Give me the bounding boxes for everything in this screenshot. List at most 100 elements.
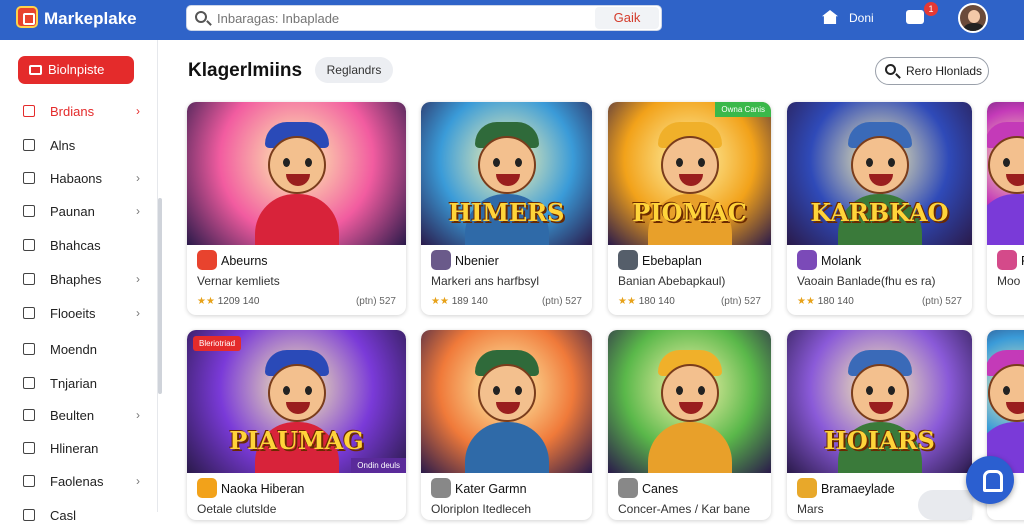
star-icon: ★★ bbox=[618, 296, 639, 307]
game-thumbnail[interactable]: KARBKAO bbox=[787, 102, 972, 245]
game-subtitle: Banian Abebapkaul) bbox=[618, 274, 726, 288]
sidebar-item[interactable]: Faolenas › bbox=[0, 468, 158, 494]
game-card[interactable]: Kater Garmn Oloriplon Itedleceh bbox=[421, 330, 592, 520]
sidebar-item[interactable]: Beulten › bbox=[0, 402, 158, 428]
game-thumbnail[interactable]: PIOMAC Owna Canis bbox=[608, 102, 771, 245]
game-name[interactable]: Molank bbox=[821, 254, 861, 268]
rating-value: 180 140 bbox=[817, 296, 854, 307]
game-name[interactable]: Bramaeylade bbox=[821, 482, 895, 496]
app-icon bbox=[797, 478, 817, 498]
sidebar-item[interactable]: Bhahcas bbox=[0, 232, 158, 258]
sidebar-item-icon bbox=[23, 205, 35, 217]
sidebar-item-icon bbox=[23, 509, 35, 521]
game-subtitle: Vernar kemliets bbox=[197, 274, 280, 288]
app-icon bbox=[797, 250, 817, 270]
game-thumbnail[interactable] bbox=[987, 102, 1024, 245]
sidebar-item-icon bbox=[23, 409, 35, 421]
game-subtitle: Concer-Ames / Kar bane bbox=[618, 502, 751, 516]
sidebar-item[interactable]: Tnjarian bbox=[0, 370, 158, 396]
game-art-title: HIMERS bbox=[448, 198, 565, 227]
rating-value: 180 140 bbox=[638, 296, 675, 307]
rating: ★★ 1209 140 bbox=[197, 296, 259, 307]
app-icon bbox=[997, 250, 1017, 270]
primary-sidebar-button[interactable]: Biolnpiste bbox=[18, 56, 134, 84]
sidebar-item[interactable]: Hlineran bbox=[0, 435, 158, 461]
character-face bbox=[267, 136, 326, 194]
sidebar-item[interactable]: Casl bbox=[0, 502, 158, 528]
game-thumbnail[interactable]: HIMERS bbox=[421, 102, 592, 245]
search-button[interactable]: Gaik bbox=[595, 7, 659, 29]
sidebar: Biolnpiste Brdians › Alns Habaons › Paunan › Bh… bbox=[0, 40, 158, 523]
sidebar-item-icon bbox=[23, 239, 35, 251]
game-name[interactable]: Canes bbox=[642, 482, 678, 496]
chevron-right-icon: › bbox=[136, 272, 140, 286]
search-input[interactable] bbox=[217, 9, 597, 27]
sidebar-item-label: Flooeits bbox=[50, 306, 96, 321]
sidebar-item[interactable]: Paunan › bbox=[0, 198, 158, 224]
game-thumbnail[interactable] bbox=[987, 330, 1024, 473]
sidebar-item-label: Paunan bbox=[50, 204, 95, 219]
game-name[interactable]: Ebebaplan bbox=[642, 254, 702, 268]
game-card[interactable]: PIAUMAG Bleriotriad Ondin deuls Naoka Hiber… bbox=[187, 330, 406, 520]
game-name[interactable]: Abeurns bbox=[221, 254, 268, 268]
game-card[interactable]: Abeurns Vernar kemliets ★★ 1209 140 (ptn) 5… bbox=[187, 102, 406, 315]
sidebar-item[interactable]: Flooeits › bbox=[0, 300, 158, 326]
character-face bbox=[850, 136, 909, 194]
search-icon bbox=[195, 11, 207, 23]
game-card[interactable]: KARBKAO Molank Vaoain Banlade(fhu es ra) ★★… bbox=[787, 102, 972, 315]
game-name[interactable]: Nbenier bbox=[455, 254, 499, 268]
home-icon[interactable] bbox=[822, 10, 838, 24]
sidebar-item-label: Alns bbox=[50, 138, 76, 153]
search-bar[interactable]: Gaik bbox=[186, 5, 662, 31]
character-body bbox=[254, 194, 339, 245]
brand-name[interactable]: Markeplake bbox=[44, 9, 137, 29]
assistant-fab-button[interactable] bbox=[966, 456, 1014, 504]
sidebar-item[interactable]: Brdians › bbox=[0, 98, 158, 124]
sidebar-item-icon bbox=[23, 172, 35, 184]
game-thumbnail[interactable] bbox=[421, 330, 592, 473]
game-art-title: HOIARS bbox=[824, 426, 935, 455]
page-title: Klagerlmiins bbox=[188, 60, 303, 81]
character-face bbox=[477, 136, 536, 194]
game-thumbnail[interactable]: HOIARS bbox=[787, 330, 972, 473]
promo-ribbon: Ondin deuls bbox=[351, 458, 406, 473]
sidebar-item-icon bbox=[23, 105, 35, 117]
game-thumbnail[interactable] bbox=[608, 330, 771, 473]
avatar[interactable] bbox=[958, 3, 988, 33]
sidebar-item[interactable]: Bhaphes › bbox=[0, 266, 158, 292]
game-thumbnail[interactable] bbox=[187, 102, 406, 245]
game-thumbnail[interactable]: PIAUMAG Bleriotriad Ondin deuls bbox=[187, 330, 406, 473]
star-icon: ★★ bbox=[197, 296, 218, 307]
marketplace-logo-icon[interactable] bbox=[16, 6, 38, 28]
sidebar-item[interactable]: Alns bbox=[0, 132, 158, 158]
game-name[interactable]: Kater Garmn bbox=[455, 482, 527, 496]
filter-chip[interactable]: Reglandrs bbox=[315, 57, 393, 83]
sidebar-item-icon bbox=[23, 475, 35, 487]
game-card[interactable]: PIOMAC Owna Canis Ebebaplan Banian Abebapka… bbox=[608, 102, 771, 315]
game-subtitle: Moo bbox=[997, 274, 1021, 288]
sidebar-scrollbar[interactable] bbox=[158, 198, 162, 394]
price: (ptn) 527 bbox=[541, 296, 582, 307]
character-face bbox=[477, 364, 536, 422]
game-name[interactable]: Naoka Hiberan bbox=[221, 482, 304, 496]
chevron-right-icon: › bbox=[136, 306, 140, 320]
sidebar-item[interactable]: Moendn bbox=[0, 336, 158, 362]
app-icon bbox=[431, 250, 451, 270]
game-card[interactable]: ReenlMoo bbox=[987, 102, 1024, 315]
sidebar-item[interactable]: Habaons › bbox=[0, 165, 158, 191]
sidebar-item-icon bbox=[23, 273, 35, 285]
app-icon bbox=[197, 478, 217, 498]
sort-button[interactable]: Rero Hlonlads bbox=[875, 57, 989, 85]
app-icon bbox=[431, 478, 451, 498]
sidebar-item-label: Tnjarian bbox=[50, 376, 97, 391]
game-art-title: PIOMAC bbox=[632, 198, 747, 227]
home-label[interactable]: Doni bbox=[849, 11, 874, 25]
rating: ★★ 189 140 bbox=[431, 296, 488, 307]
app-icon bbox=[618, 250, 638, 270]
puzzle-icon[interactable] bbox=[906, 10, 924, 24]
game-card[interactable]: HIMERS Nbenier Markeri ans harfbsyl ★★ 189 … bbox=[421, 102, 592, 315]
game-card[interactable]: Canes Concer-Ames / Kar bane bbox=[608, 330, 771, 520]
chevron-right-icon: › bbox=[136, 204, 140, 218]
star-icon: ★★ bbox=[797, 296, 818, 307]
chevron-right-icon: › bbox=[136, 171, 140, 185]
